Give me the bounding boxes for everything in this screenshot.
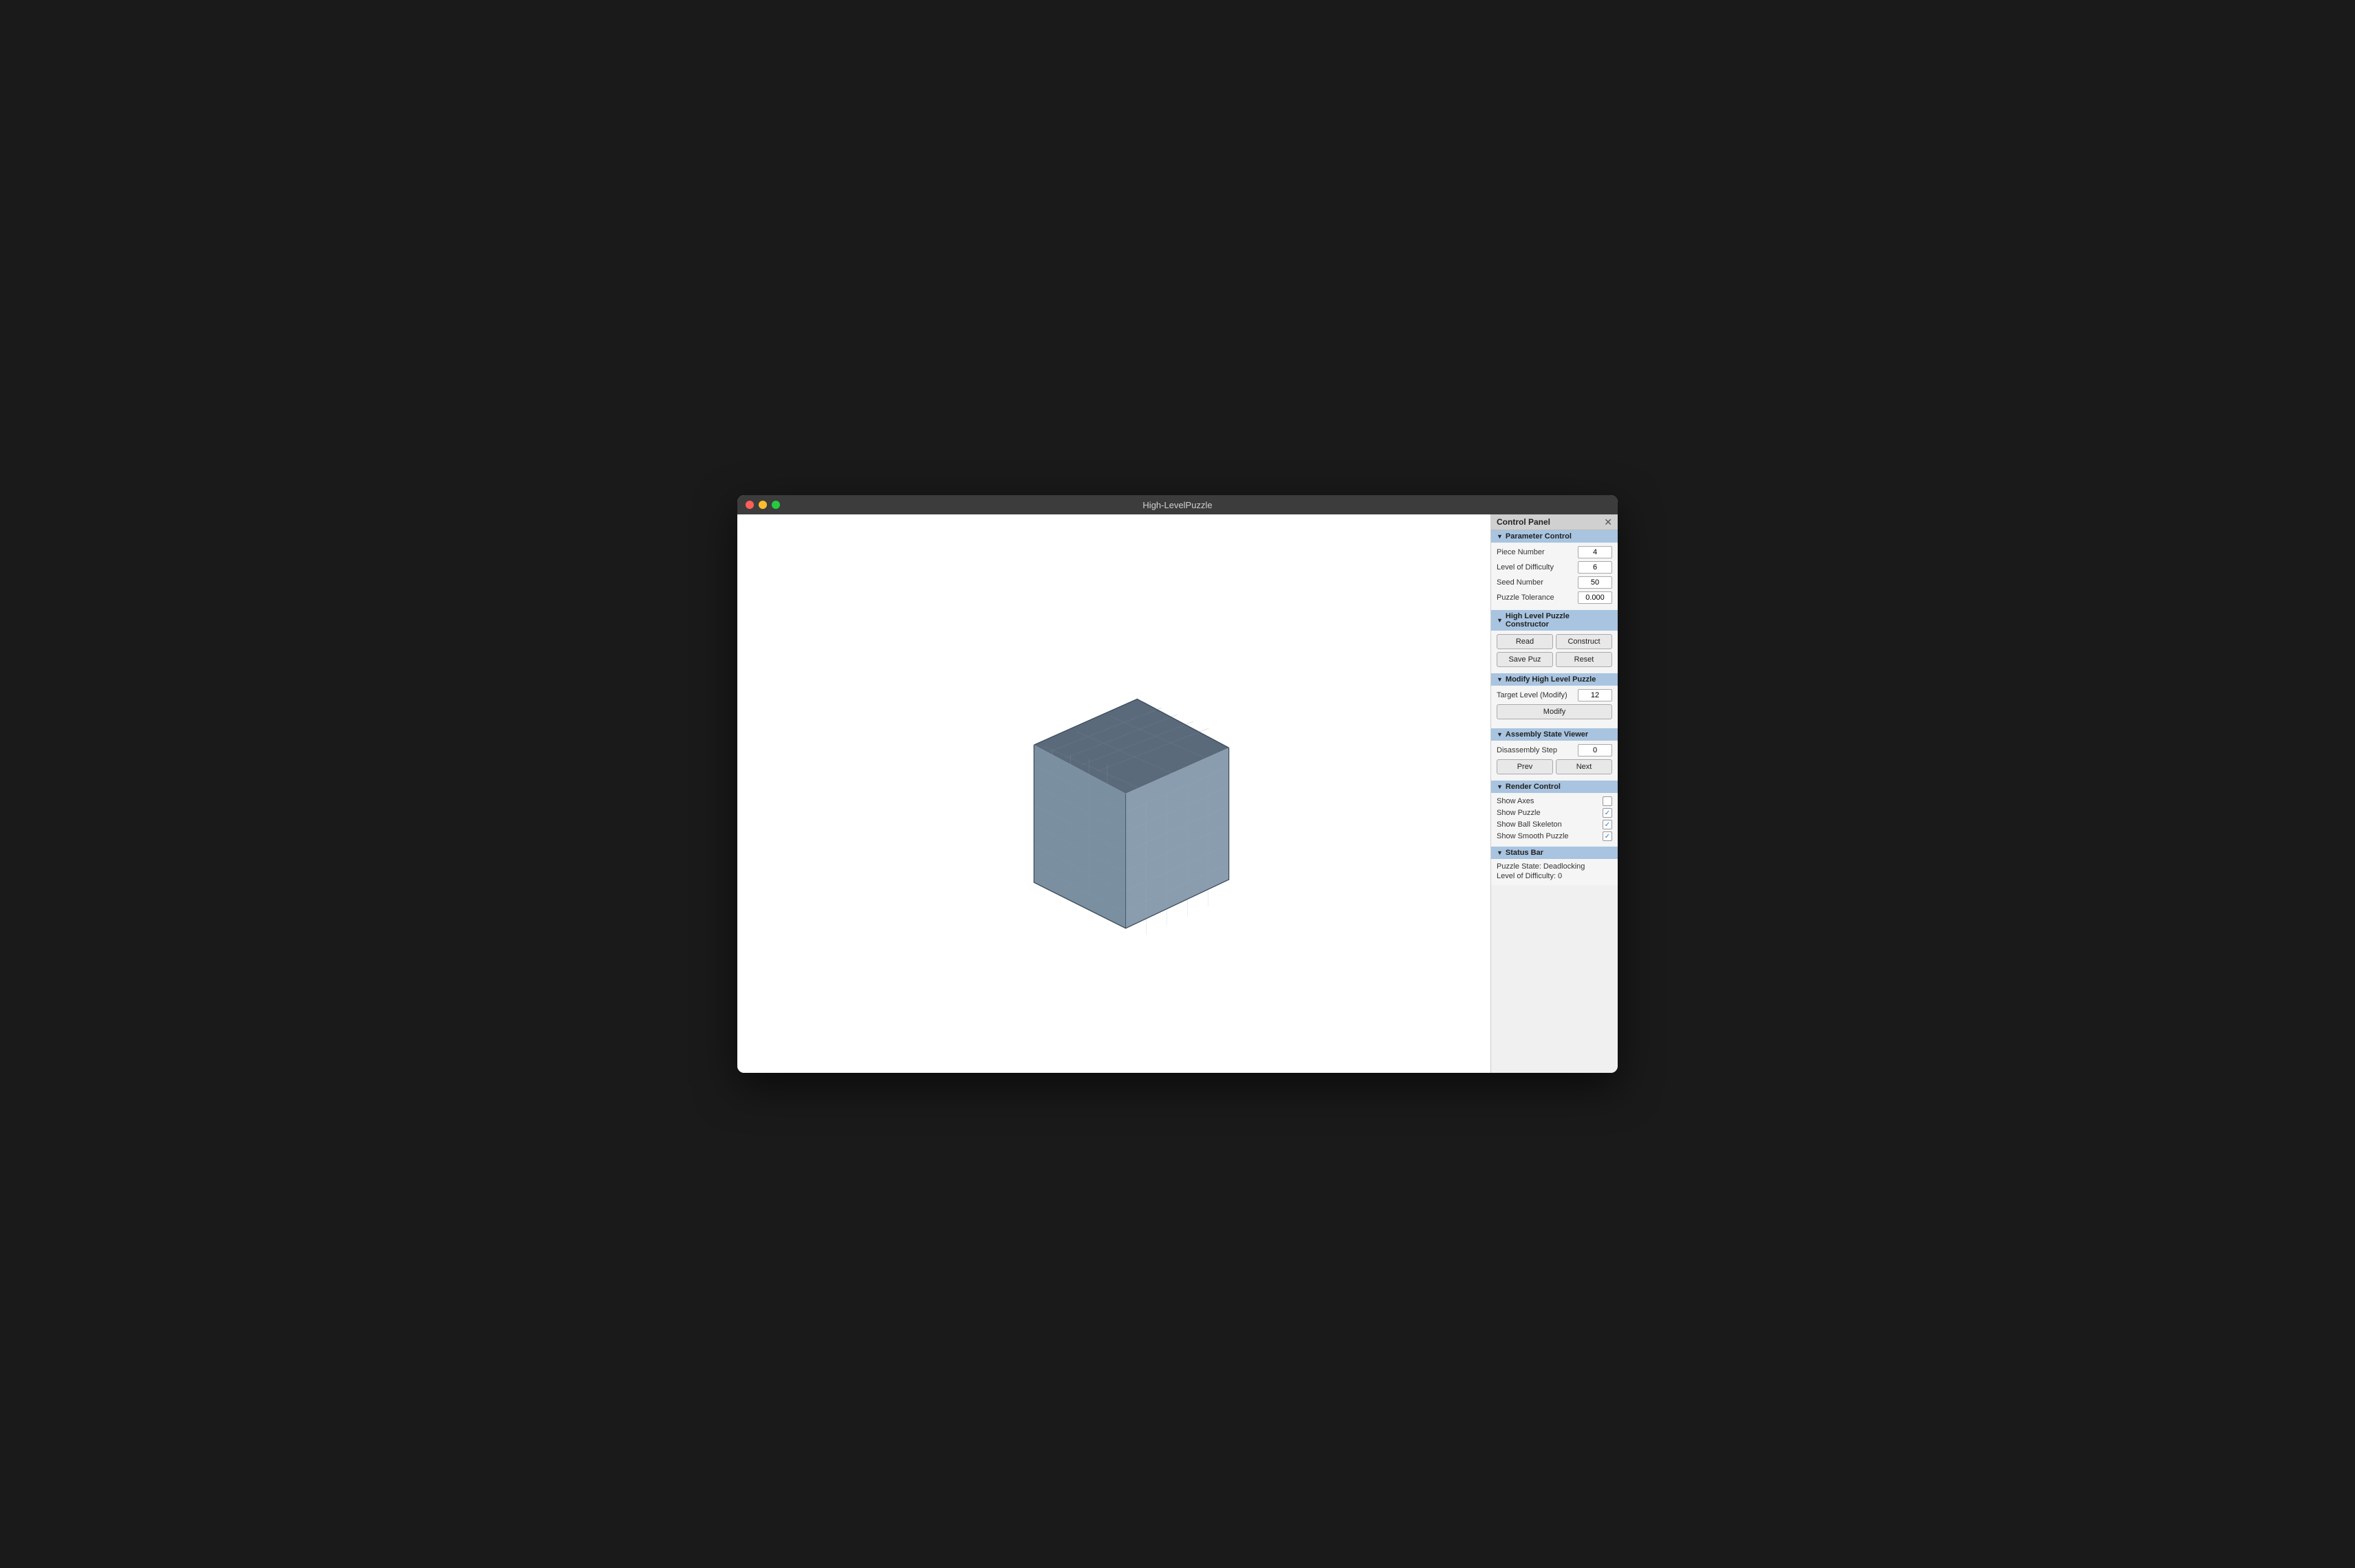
show-smooth-puzzle-checkbox[interactable]: ✓ (1603, 831, 1612, 841)
render-control-body: Show Axes Show Puzzle ✓ Show Ball Skelet… (1491, 793, 1618, 847)
window-title: High-LevelPuzzle (1142, 500, 1212, 510)
constructor-header[interactable]: ▼ High Level Puzzle Constructor (1491, 610, 1618, 631)
level-difficulty-label: Level of Difficulty (1497, 563, 1554, 571)
modify-body: Target Level (Modify) Modify (1491, 686, 1618, 728)
parameter-control-arrow: ▼ (1497, 533, 1503, 540)
show-puzzle-checkbox[interactable]: ✓ (1603, 808, 1612, 818)
level-difficulty-row: Level of Difficulty (1497, 561, 1612, 574)
status-bar-label: Status Bar (1506, 849, 1543, 857)
show-puzzle-row: Show Puzzle ✓ (1497, 808, 1612, 818)
construct-button[interactable]: Construct (1556, 634, 1612, 649)
target-level-input[interactable] (1578, 689, 1612, 701)
show-ball-skeleton-checkbox[interactable]: ✓ (1603, 820, 1612, 829)
status-bar-header[interactable]: ▼ Status Bar (1491, 847, 1618, 859)
save-reset-row: Save Puz Reset (1497, 652, 1612, 667)
puzzle-tolerance-label: Puzzle Tolerance (1497, 594, 1554, 602)
close-button[interactable] (746, 501, 754, 509)
titlebar: High-LevelPuzzle (737, 495, 1618, 514)
show-ball-skeleton-row: Show Ball Skeleton ✓ (1497, 820, 1612, 829)
3d-viewport[interactable] (737, 514, 1490, 1073)
disassembly-step-label: Disassembly Step (1497, 746, 1557, 754)
puzzle-tolerance-input[interactable] (1578, 591, 1612, 604)
piece-number-input[interactable] (1578, 546, 1612, 558)
puzzle-state-text: Puzzle State: Deadlocking (1497, 862, 1612, 871)
panel-header: Control Panel ✕ (1491, 514, 1618, 530)
piece-number-label: Piece Number (1497, 548, 1545, 556)
assembly-arrow: ▼ (1497, 731, 1503, 738)
status-bar-body: Puzzle State: Deadlocking Level of Diffi… (1491, 859, 1618, 885)
puzzle-tolerance-row: Puzzle Tolerance (1497, 591, 1612, 604)
prev-next-row: Prev Next (1497, 759, 1612, 774)
assembly-body: Disassembly Step Prev Next (1491, 741, 1618, 781)
cube-svg (977, 639, 1252, 948)
show-axes-checkbox[interactable] (1603, 796, 1612, 806)
modify-arrow: ▼ (1497, 676, 1503, 683)
disassembly-step-input[interactable] (1578, 744, 1612, 756)
next-button[interactable]: Next (1556, 759, 1612, 774)
cube-scene (977, 656, 1252, 931)
target-level-label: Target Level (Modify) (1497, 691, 1567, 699)
show-axes-row: Show Axes (1497, 796, 1612, 806)
titlebar-buttons (746, 501, 780, 509)
show-puzzle-label: Show Puzzle (1497, 809, 1541, 817)
modify-label: Modify High Level Puzzle (1506, 675, 1596, 684)
save-puz-button[interactable]: Save Puz (1497, 652, 1553, 667)
constructor-body: Read Construct Save Puz Reset (1491, 631, 1618, 673)
level-difficulty-status-text: Level of Difficulty: 0 (1497, 872, 1612, 880)
show-smooth-puzzle-row: Show Smooth Puzzle ✓ (1497, 831, 1612, 841)
show-ball-skeleton-label: Show Ball Skeleton (1497, 820, 1562, 829)
constructor-label: High Level Puzzle Constructor (1506, 612, 1612, 629)
modify-btn-row: Modify (1497, 704, 1612, 722)
maximize-button[interactable] (772, 501, 780, 509)
constructor-arrow: ▼ (1497, 617, 1503, 624)
seed-number-label: Seed Number (1497, 578, 1543, 587)
read-button[interactable]: Read (1497, 634, 1553, 649)
show-smooth-puzzle-label: Show Smooth Puzzle (1497, 832, 1569, 840)
seed-number-input[interactable] (1578, 576, 1612, 589)
app-window: High-LevelPuzzle (737, 495, 1618, 1073)
assembly-header[interactable]: ▼ Assembly State Viewer (1491, 728, 1618, 741)
show-axes-label: Show Axes (1497, 797, 1534, 805)
prev-button[interactable]: Prev (1497, 759, 1553, 774)
piece-number-row: Piece Number (1497, 546, 1612, 558)
modify-header[interactable]: ▼ Modify High Level Puzzle (1491, 673, 1618, 686)
read-construct-row: Read Construct (1497, 634, 1612, 649)
disassembly-step-row: Disassembly Step (1497, 744, 1612, 756)
target-level-row: Target Level (Modify) (1497, 689, 1612, 701)
render-control-header[interactable]: ▼ Render Control (1491, 781, 1618, 793)
reset-button[interactable]: Reset (1556, 652, 1612, 667)
parameter-control-label: Parameter Control (1506, 532, 1572, 541)
seed-number-row: Seed Number (1497, 576, 1612, 589)
panel-close-button[interactable]: ✕ (1604, 517, 1612, 527)
level-difficulty-input[interactable] (1578, 561, 1612, 574)
main-content: Control Panel ✕ ▼ Parameter Control Piec… (737, 514, 1618, 1073)
status-bar-arrow: ▼ (1497, 849, 1503, 856)
render-control-label: Render Control (1506, 783, 1561, 791)
modify-button[interactable]: Modify (1497, 704, 1612, 719)
parameter-control-header[interactable]: ▼ Parameter Control (1491, 530, 1618, 543)
panel-header-label: Control Panel (1497, 517, 1550, 527)
minimize-button[interactable] (759, 501, 767, 509)
control-panel: Control Panel ✕ ▼ Parameter Control Piec… (1490, 514, 1618, 1073)
parameter-control-body: Piece Number Level of Difficulty Seed Nu… (1491, 543, 1618, 610)
assembly-label: Assembly State Viewer (1506, 730, 1588, 739)
render-control-arrow: ▼ (1497, 783, 1503, 790)
